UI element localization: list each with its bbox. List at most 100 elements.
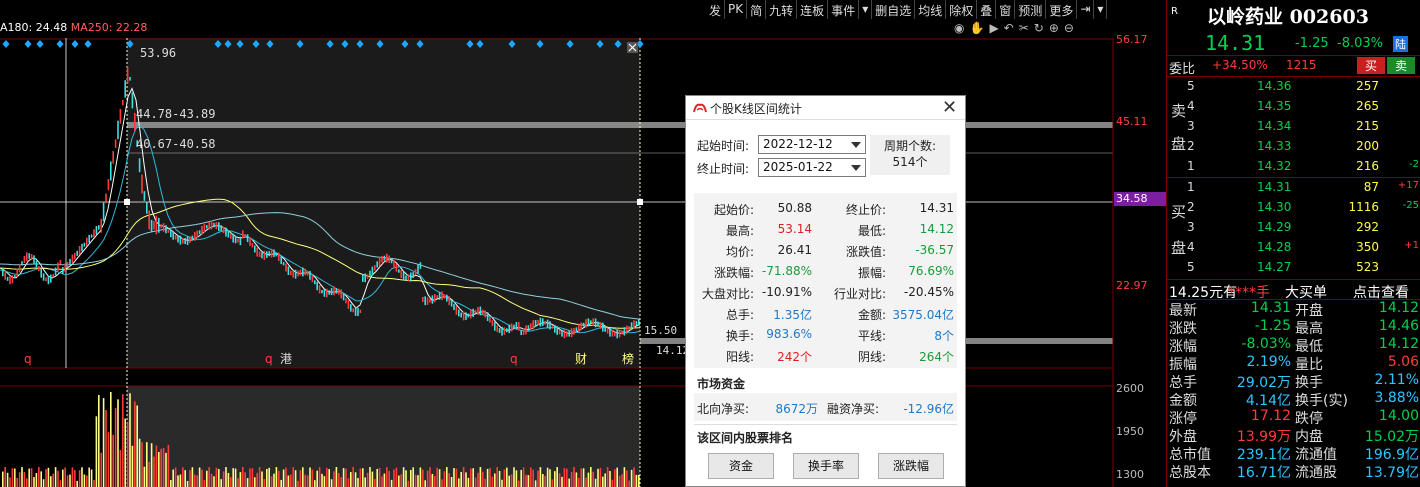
candle xyxy=(455,305,458,315)
toolbar-item-2[interactable]: 简 xyxy=(747,0,767,19)
volume-bar xyxy=(215,467,218,487)
toolbar-item-12[interactable]: 预测 xyxy=(1015,0,1047,19)
close-icon[interactable]: ✕ xyxy=(942,97,957,118)
bid-price: 14.29 xyxy=(1257,220,1292,234)
end-time-select[interactable]: 2025-01-22 xyxy=(758,158,866,177)
volume-bar xyxy=(563,468,566,487)
toolbar-item-9[interactable]: 除权 xyxy=(946,0,978,19)
candle xyxy=(150,219,153,233)
candle xyxy=(520,330,522,336)
chart-tool-icons[interactable]: ◉✋▶↶✂↻⊕⊖ xyxy=(954,21,1079,35)
top-toolbar: 发 PK 简九转 连板 事件 ▾ 删自选 均线 除权叠窗预测 更多 ⇥ ▾ xyxy=(706,0,1166,19)
rank-change-button[interactable]: 涨跌幅 xyxy=(878,453,944,479)
candle xyxy=(582,322,585,327)
toolbar-item-11[interactable]: 窗 xyxy=(996,0,1016,19)
candle xyxy=(429,298,431,303)
ask-row[interactable]: 3 14.34 215 xyxy=(1167,117,1420,137)
candle xyxy=(318,285,321,294)
toolbar-item-4[interactable]: 连板 xyxy=(797,0,829,19)
bid-row[interactable]: 3 14.29 292 xyxy=(1167,218,1420,238)
stat-v1: 983.6% xyxy=(766,327,812,341)
volume-bar xyxy=(246,478,249,487)
candle xyxy=(616,329,618,339)
ask-row[interactable]: 4 14.35 265 xyxy=(1167,97,1420,117)
candle xyxy=(549,321,551,330)
dialog-titlebar[interactable]: 个股K线区间统计 ✕ xyxy=(686,96,965,120)
volume-bar xyxy=(287,475,290,487)
rank-turnover-button[interactable]: 换手率 xyxy=(793,453,859,479)
bid-row[interactable]: 5 14.27 523 xyxy=(1167,258,1420,278)
chevron-down-icon xyxy=(851,142,861,148)
market-badge: 陆 xyxy=(1393,36,1408,52)
candle xyxy=(472,308,474,317)
candle xyxy=(174,235,177,240)
candle xyxy=(148,210,150,230)
volume-bar xyxy=(33,477,35,487)
rank-funds-button[interactable]: 资金 xyxy=(708,453,774,479)
volume-bar xyxy=(263,479,266,487)
volume-bar xyxy=(362,468,364,487)
toolbar-item-6[interactable]: ▾ xyxy=(859,0,873,19)
toolbar-item-8[interactable]: 均线 xyxy=(915,0,947,19)
volume-bar xyxy=(513,467,515,487)
toolbar-item-1[interactable]: PK xyxy=(725,0,748,19)
toolbar-item-3[interactable]: 九转 xyxy=(766,0,798,19)
volume-bar xyxy=(434,476,436,487)
quote-v1: 4.14亿 xyxy=(1245,393,1291,409)
volume-bar xyxy=(14,468,16,487)
toolbar-item-15[interactable]: ▾ xyxy=(1094,0,1108,19)
candle xyxy=(52,274,54,278)
sell-button[interactable]: 卖 xyxy=(1387,57,1415,74)
quote-l2: 流通值 xyxy=(1295,447,1337,463)
toolbar-item-7[interactable]: 删自选 xyxy=(872,0,916,19)
volume-bar xyxy=(614,469,616,487)
candle xyxy=(285,263,287,272)
bid-row[interactable]: 1 14.31 87 +17 xyxy=(1167,178,1420,198)
volume-bar xyxy=(554,471,556,487)
weibi-value: +34.50% xyxy=(1212,58,1268,72)
quote-row: 外盘 13.99万 内盘 15.02万 xyxy=(1167,426,1420,446)
big-order-row[interactable]: 14.25元有 ****手 大买单 点击查看 xyxy=(1167,280,1420,301)
quote-v1: -1.25 xyxy=(1254,318,1291,334)
toolbar-item-10[interactable]: 叠 xyxy=(977,0,997,19)
candle xyxy=(237,238,239,243)
bid-row[interactable]: 4 14.28 350 +1 xyxy=(1167,238,1420,258)
bid-price: 14.30 xyxy=(1257,200,1292,214)
quote-v2: 14.00 xyxy=(1378,408,1419,424)
candle xyxy=(510,323,513,332)
volume-bar xyxy=(618,475,621,487)
volume-bar xyxy=(414,474,417,487)
volume-bar xyxy=(210,473,213,487)
volume-bar xyxy=(299,470,302,487)
candle xyxy=(273,249,275,257)
volume-bar xyxy=(88,467,90,487)
stat-v2: 76.69% xyxy=(908,264,954,278)
bid-row[interactable]: 2 14.30 1116 -25 xyxy=(1167,198,1420,218)
toolbar-item-0[interactable]: 发 xyxy=(706,0,726,19)
ask-row[interactable]: 5 14.36 257 xyxy=(1167,77,1420,97)
toolbar-item-5[interactable]: 事件 xyxy=(828,0,860,19)
quote-row: 涨跌 -1.25 最高 14.46 xyxy=(1167,318,1420,338)
ask-row[interactable]: 2 14.33 200 xyxy=(1167,137,1420,157)
kline-chart[interactable]: 53.96 44.78-43.89 40.67-40.58 15.50 14.1… xyxy=(0,38,1166,487)
buy-button[interactable]: 买 xyxy=(1357,57,1385,74)
candle xyxy=(304,268,306,276)
volume-bar xyxy=(146,442,148,487)
ask-n: 3 xyxy=(1187,119,1195,133)
volume-bar xyxy=(131,445,134,487)
end-time-value: 2025-01-22 xyxy=(763,160,833,174)
candle xyxy=(98,225,100,230)
start-time-select[interactable]: 2022-12-12 xyxy=(758,135,866,154)
candle xyxy=(38,266,40,272)
candle xyxy=(378,257,381,266)
stat-l1: 阳线: xyxy=(725,350,754,364)
toolbar-item-13[interactable]: 更多 xyxy=(1046,0,1078,19)
quote-row: 涨停 17.12 跌停 14.00 xyxy=(1167,408,1420,428)
ask-row[interactable]: 1 14.32 216 -2 xyxy=(1167,157,1420,177)
candle xyxy=(525,325,527,335)
candle xyxy=(366,274,369,279)
volume-bar xyxy=(227,472,230,487)
toolbar-item-14[interactable]: ⇥ xyxy=(1077,0,1095,19)
axis-vol-2: 1950 xyxy=(1116,425,1144,438)
volume-bar xyxy=(412,467,414,487)
